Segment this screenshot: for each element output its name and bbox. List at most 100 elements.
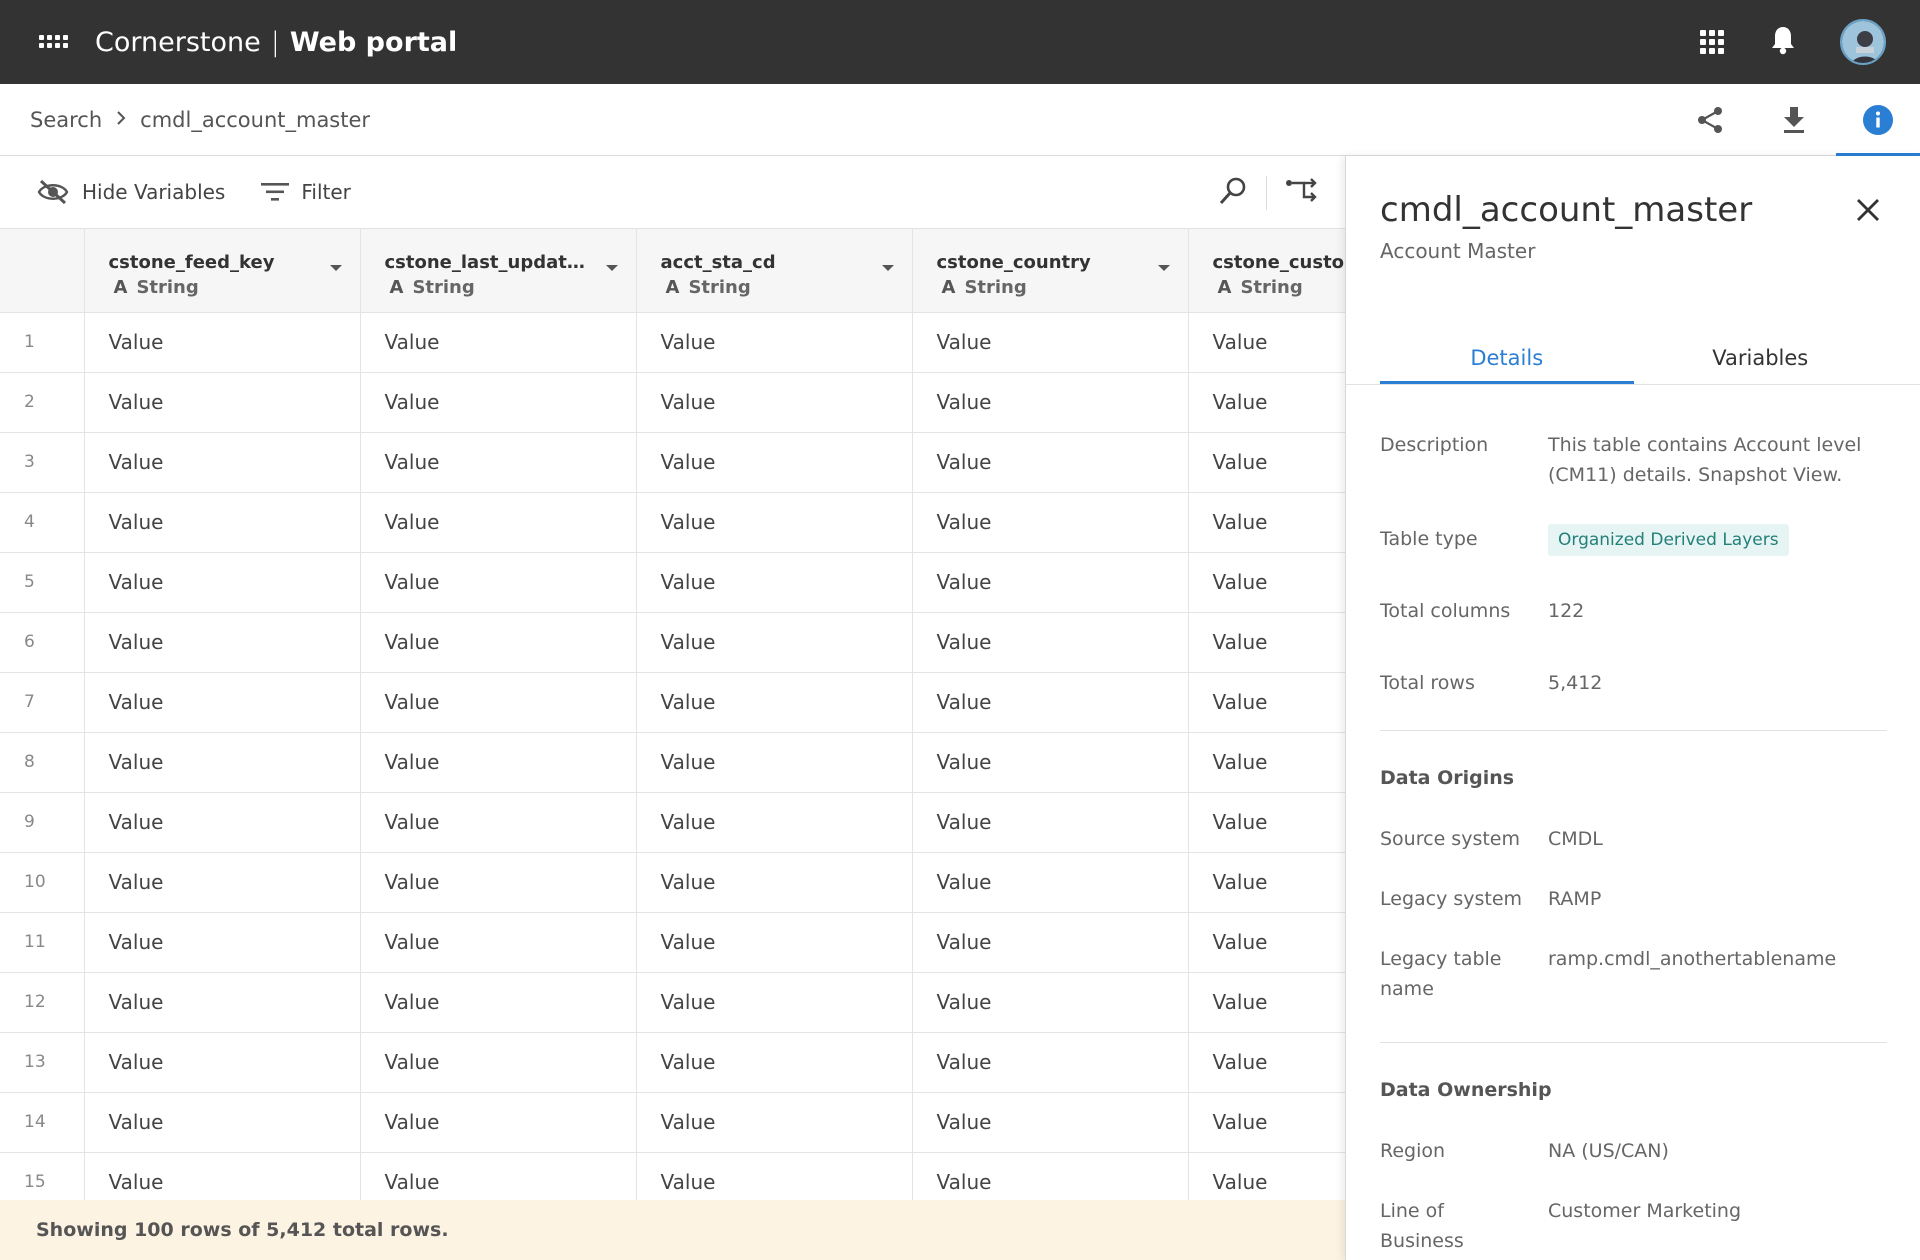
table-cell[interactable]: Value <box>636 492 913 553</box>
table-cell[interactable]: Value <box>1188 552 1345 613</box>
apps-launcher-icon[interactable] <box>39 35 69 49</box>
table-cell[interactable]: Value <box>360 492 637 553</box>
table-cell[interactable]: Value <box>912 1152 1189 1200</box>
table-cell[interactable]: Value <box>1188 792 1345 853</box>
table-cell[interactable]: Value <box>84 852 361 913</box>
table-cell[interactable]: Value <box>84 312 361 373</box>
table-cell[interactable]: Value <box>360 612 637 673</box>
data-table-container[interactable]: cstone_feed_key A String cstone_last_upda… <box>0 229 1345 1200</box>
avatar[interactable] <box>1840 19 1886 65</box>
table-row[interactable]: 14 Value Value Value Value Value <box>0 1092 1345 1153</box>
table-cell[interactable]: Value <box>1188 492 1345 553</box>
table-cell[interactable]: Value <box>1188 912 1345 973</box>
caret-down-icon[interactable] <box>605 265 618 271</box>
table-cell[interactable]: Value <box>360 1092 637 1153</box>
table-cell[interactable]: Value <box>360 552 637 613</box>
table-cell[interactable]: Value <box>636 552 913 613</box>
column-header[interactable]: cstone_feed_key A String <box>84 229 361 313</box>
table-cell[interactable]: Value <box>636 312 913 373</box>
table-cell[interactable]: Value <box>636 792 913 853</box>
table-cell[interactable]: Value <box>360 1032 637 1093</box>
breadcrumb-search-link[interactable]: Search <box>30 108 102 132</box>
table-cell[interactable]: Value <box>636 1152 913 1200</box>
table-cell[interactable]: Value <box>84 672 361 733</box>
table-cell[interactable]: Value <box>636 1032 913 1093</box>
search-button[interactable] <box>1218 176 1248 210</box>
column-header[interactable]: acct_sta_cd A String <box>636 229 913 313</box>
table-cell[interactable]: Value <box>912 972 1189 1033</box>
table-cell[interactable]: Value <box>912 732 1189 793</box>
table-cell[interactable]: Value <box>636 732 913 793</box>
caret-down-icon[interactable] <box>881 265 894 271</box>
table-cell[interactable]: Value <box>636 432 913 493</box>
caret-down-icon[interactable] <box>329 265 342 271</box>
table-row[interactable]: 3 Value Value Value Value Value <box>0 432 1345 493</box>
table-cell[interactable]: Value <box>636 672 913 733</box>
table-cell[interactable]: Value <box>84 912 361 973</box>
table-cell[interactable]: Value <box>1188 372 1345 433</box>
table-row[interactable]: 15 Value Value Value Value Value <box>0 1152 1345 1200</box>
table-cell[interactable]: Value <box>360 672 637 733</box>
table-cell[interactable]: Value <box>912 852 1189 913</box>
table-cell[interactable]: Value <box>636 372 913 433</box>
column-header[interactable]: cstone_country A String <box>912 229 1189 313</box>
table-cell[interactable]: Value <box>84 432 361 493</box>
table-cell[interactable]: Value <box>912 552 1189 613</box>
table-cell[interactable]: Value <box>84 1092 361 1153</box>
table-cell[interactable]: Value <box>912 672 1189 733</box>
table-cell[interactable]: Value <box>1188 732 1345 793</box>
table-row[interactable]: 4 Value Value Value Value Value <box>0 492 1345 553</box>
column-header[interactable]: cstone_custom AString <box>1188 229 1345 313</box>
share-button[interactable] <box>1668 84 1752 156</box>
table-cell[interactable]: Value <box>912 612 1189 673</box>
table-cell[interactable]: Value <box>1188 1092 1345 1153</box>
table-cell[interactable]: Value <box>1188 672 1345 733</box>
table-row[interactable]: 13 Value Value Value Value Value <box>0 1032 1345 1093</box>
table-cell[interactable]: Value <box>912 432 1189 493</box>
table-row[interactable]: 8 Value Value Value Value Value <box>0 732 1345 793</box>
info-button[interactable] <box>1836 84 1920 157</box>
table-cell[interactable]: Value <box>360 312 637 373</box>
table-row[interactable]: 1 Value Value Value Value Value <box>0 312 1345 373</box>
table-cell[interactable]: Value <box>636 912 913 973</box>
grid-apps-icon[interactable] <box>1700 30 1724 54</box>
table-cell[interactable]: Value <box>360 912 637 973</box>
table-cell[interactable]: Value <box>912 492 1189 553</box>
download-button[interactable] <box>1752 84 1836 156</box>
brand-logo[interactable]: Cornerstone | Web portal <box>95 27 457 58</box>
table-cell[interactable]: Value <box>1188 1152 1345 1200</box>
table-cell[interactable]: Value <box>912 1032 1189 1093</box>
table-cell[interactable]: Value <box>360 852 637 913</box>
table-cell[interactable]: Value <box>912 312 1189 373</box>
table-cell[interactable]: Value <box>84 1152 361 1200</box>
table-cell[interactable]: Value <box>360 1152 637 1200</box>
filter-button[interactable]: Filter <box>261 180 351 204</box>
table-cell[interactable]: Value <box>1188 852 1345 913</box>
table-cell[interactable]: Value <box>360 972 637 1033</box>
hide-variables-button[interactable]: Hide Variables <box>36 179 225 205</box>
table-cell[interactable]: Value <box>360 372 637 433</box>
caret-down-icon[interactable] <box>1157 265 1170 271</box>
table-cell[interactable]: Value <box>360 732 637 793</box>
table-row[interactable]: 2 Value Value Value Value Value <box>0 372 1345 433</box>
table-cell[interactable]: Value <box>84 612 361 673</box>
table-cell[interactable]: Value <box>1188 1032 1345 1093</box>
table-cell[interactable]: Value <box>912 1092 1189 1153</box>
table-row[interactable]: 5 Value Value Value Value Value <box>0 552 1345 613</box>
table-cell[interactable]: Value <box>636 1092 913 1153</box>
tab-details[interactable]: Details <box>1380 334 1634 384</box>
table-cell[interactable]: Value <box>1188 972 1345 1033</box>
table-cell[interactable]: Value <box>1188 612 1345 673</box>
table-row[interactable]: 9 Value Value Value Value Value <box>0 792 1345 853</box>
table-cell[interactable]: Value <box>1188 312 1345 373</box>
table-cell[interactable]: Value <box>360 432 637 493</box>
table-cell[interactable]: Value <box>84 732 361 793</box>
table-row[interactable]: 10 Value Value Value Value Value <box>0 852 1345 913</box>
table-cell[interactable]: Value <box>912 912 1189 973</box>
table-cell[interactable]: Value <box>84 552 361 613</box>
table-cell[interactable]: Value <box>84 372 361 433</box>
table-cell[interactable]: Value <box>84 792 361 853</box>
table-cell[interactable]: Value <box>636 852 913 913</box>
tab-variables[interactable]: Variables <box>1634 334 1888 384</box>
table-cell[interactable]: Value <box>1188 432 1345 493</box>
